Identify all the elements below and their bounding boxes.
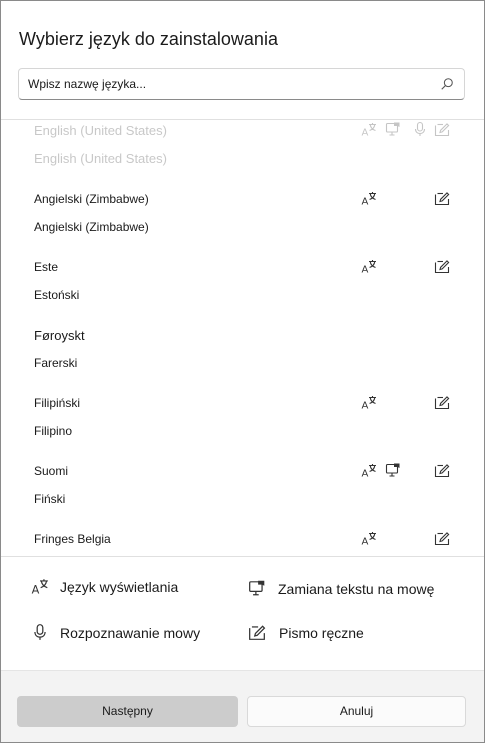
language-localized-name: Estoński — [34, 288, 80, 302]
language-localized-name: Fiński — [34, 492, 66, 506]
language-localized-name: Filipino — [34, 424, 73, 438]
legend-display-language-label: Język wyświetlania — [60, 579, 179, 595]
legend-text-to-speech-label: Zamiana tekstu na mowę — [278, 581, 435, 597]
search-input[interactable] — [28, 69, 428, 99]
dialog-title: Wybierz język do zainstalowania — [19, 29, 278, 49]
display-language-icon — [361, 190, 377, 206]
text-to-speech-icon — [385, 462, 401, 478]
language-row-filipino[interactable]: Filipiński Filipino — [1, 385, 484, 453]
language-row-english-us[interactable]: English (United States) English (United … — [1, 119, 484, 180]
language-native-name: Føroyskt — [34, 328, 85, 343]
handwriting-icon — [434, 530, 450, 546]
language-native-name: Este — [34, 260, 59, 274]
language-native-name: Filipiński — [34, 396, 81, 410]
language-native-name: Fringes Belgia — [34, 532, 111, 546]
legend-speech-recognition-label: Rozpoznawanie mowy — [60, 625, 201, 641]
language-row-english-zimbabwe[interactable]: Angielski (Zimbabwe) Angielski (Zimbabwe… — [1, 181, 484, 249]
language-localized-name: Farerski — [34, 356, 78, 370]
handwriting-icon — [434, 394, 450, 410]
display-language-icon — [361, 258, 377, 274]
display-language-icon — [361, 530, 377, 546]
language-native-name: Angielski (Zimbabwe) — [34, 192, 149, 206]
language-row-faroese[interactable]: Føroyskt Farerski — [1, 317, 484, 385]
language-list[interactable]: English (United States) English (United … — [1, 119, 484, 556]
language-native-name: English (United States) — [34, 123, 167, 138]
language-row-finnish[interactable]: Suomi Fiński — [1, 453, 484, 521]
search-box[interactable] — [18, 68, 465, 100]
language-localized-name: English (United States) — [34, 151, 167, 166]
language-row-estonian[interactable]: Este Estoński — [1, 249, 484, 317]
text-to-speech-icon — [385, 121, 401, 137]
cancel-button[interactable]: Anuluj — [247, 696, 466, 727]
text-to-speech-icon — [248, 579, 266, 597]
speech-recognition-icon — [31, 623, 49, 641]
display-language-icon — [31, 577, 49, 595]
display-language-icon — [361, 394, 377, 410]
dialog-footer: Następny Anuluj — [1, 670, 484, 742]
next-button[interactable]: Następny — [17, 696, 238, 727]
language-native-name: Suomi — [34, 464, 69, 478]
handwriting-icon — [434, 258, 450, 274]
feature-legend: Język wyświetlania Zamiana tekstu na mow… — [1, 556, 484, 670]
language-row-french-belgium[interactable]: Fringes Belgia — [1, 521, 484, 556]
legend-handwriting-label: Pismo ręczne — [279, 625, 364, 641]
display-language-icon — [361, 462, 377, 478]
handwriting-icon — [434, 462, 450, 478]
search-icon — [440, 77, 454, 91]
language-install-dialog: Wybierz język do zainstalowania English … — [0, 0, 485, 743]
speech-recognition-icon — [412, 121, 428, 137]
handwriting-icon — [248, 623, 266, 641]
display-language-icon — [361, 121, 377, 137]
handwriting-icon — [434, 121, 450, 137]
handwriting-icon — [434, 190, 450, 206]
language-localized-name: Angielski (Zimbabwe) — [34, 220, 149, 234]
